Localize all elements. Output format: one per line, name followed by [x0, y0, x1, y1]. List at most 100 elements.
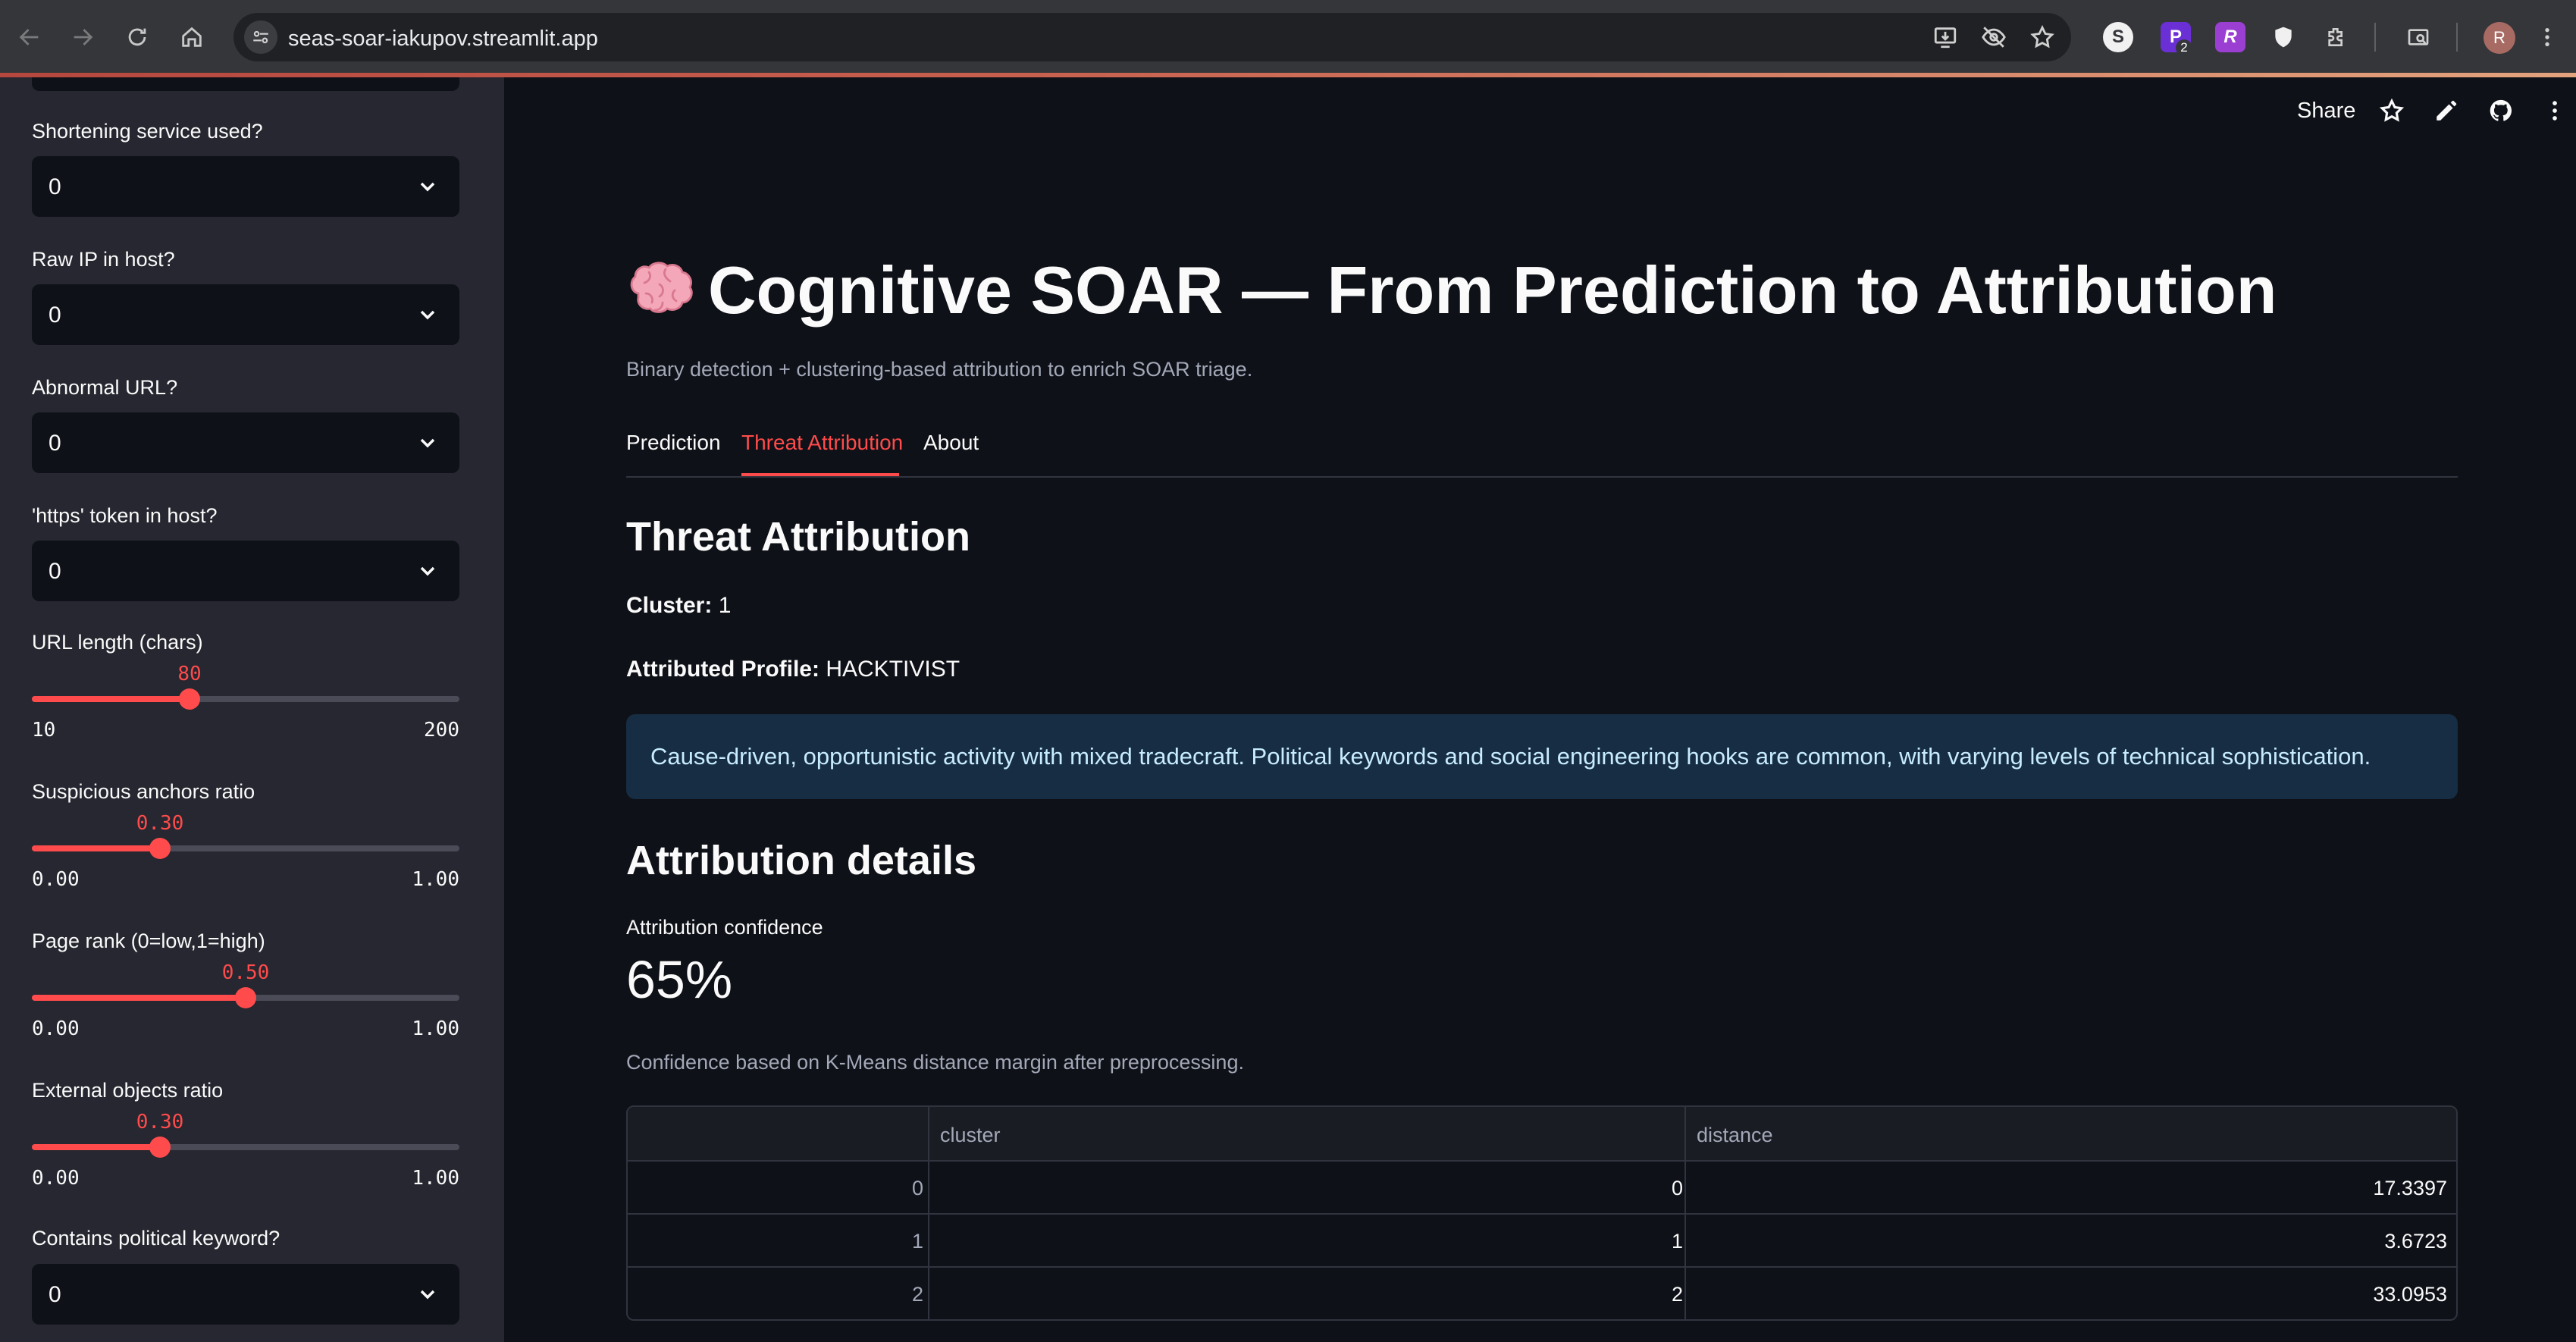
shortening-service-select[interactable]: 0: [32, 156, 459, 217]
bookmark-star-icon[interactable]: [2027, 22, 2057, 52]
main-area: Share Cognitive SOAR — From Prediction t…: [504, 77, 2576, 1342]
cluster-line: Cluster: 1: [626, 593, 731, 619]
page-title: Cognitive SOAR — From Prediction to Attr…: [626, 252, 2277, 329]
table-row[interactable]: 0 0 17.3397: [628, 1162, 2456, 1215]
distance-cell: 33.0953: [2373, 1283, 2447, 1306]
abnormal-url-select[interactable]: 0: [32, 412, 459, 473]
active-tab-indicator: [741, 473, 899, 476]
https-token-label: 'https' token in host?: [32, 504, 218, 527]
slider-track[interactable]: [32, 1137, 459, 1158]
toolbar-separator: [2456, 23, 2458, 52]
chevron-down-icon: [420, 310, 435, 320]
chevron-down-icon: [420, 566, 435, 576]
url-length-slider[interactable]: 80 10 200: [32, 663, 459, 742]
cluster-cell: 2: [1671, 1283, 1683, 1306]
slider-max: 1.00: [412, 868, 459, 891]
back-icon[interactable]: [11, 18, 49, 56]
slider-fill: [32, 995, 246, 1001]
sidebar-select-partial[interactable]: [32, 77, 459, 91]
home-icon[interactable]: [173, 18, 211, 56]
raw-ip-select[interactable]: 0: [32, 284, 459, 345]
chevron-down-icon: [420, 1290, 435, 1300]
suspicious-anchors-label: Suspicious anchors ratio: [32, 780, 255, 803]
tab-search-icon[interactable]: [2403, 22, 2433, 52]
more-vertical-icon[interactable]: [2540, 96, 2570, 126]
extension-s-icon[interactable]: S: [2103, 22, 2133, 52]
section-title: Threat Attribution: [626, 514, 970, 560]
tab-threat-attribution[interactable]: Threat Attribution: [741, 431, 903, 455]
slider-value: 0.30: [136, 812, 184, 835]
slider-min: 0.00: [32, 868, 80, 891]
eye-off-icon[interactable]: [1979, 22, 2009, 52]
column-divider: [1684, 1107, 1686, 1319]
shield-extension-icon[interactable]: [2268, 22, 2299, 52]
select-value: 0: [49, 559, 61, 584]
page-rank-slider[interactable]: 0.50 0.00 1.00: [32, 961, 459, 1040]
info-text: Cause-driven, opportunistic activity wit…: [650, 743, 2371, 770]
header-index: [628, 1107, 928, 1160]
column-divider: [928, 1107, 929, 1319]
slider-max: 1.00: [412, 1017, 459, 1040]
browser-chrome: seas-soar-iakupov.streamlit.app S P 2 R …: [0, 0, 2576, 74]
profile-value: HACKTIVIST: [826, 657, 961, 682]
slider-thumb[interactable]: [149, 1137, 171, 1158]
select-value: 0: [49, 431, 61, 456]
slider-thumb[interactable]: [235, 987, 256, 1008]
https-token-select[interactable]: 0: [32, 541, 459, 601]
info-box: Cause-driven, opportunistic activity wit…: [626, 714, 2458, 799]
shortening-service-label: Shortening service used?: [32, 120, 263, 143]
install-app-icon[interactable]: [1930, 22, 1960, 52]
slider-fill: [32, 696, 190, 702]
github-icon[interactable]: [2486, 96, 2516, 126]
profile-avatar[interactable]: R: [2484, 22, 2515, 54]
reload-icon[interactable]: [118, 18, 156, 56]
confidence-note: Confidence based on K-Means distance mar…: [626, 1051, 1244, 1074]
slider-track[interactable]: [32, 838, 459, 859]
page-caption: Binary detection + clustering-based attr…: [626, 358, 1253, 381]
row-index: 2: [911, 1283, 923, 1306]
site-settings-icon[interactable]: [244, 20, 277, 54]
slider-min: 0.00: [32, 1167, 80, 1190]
slider-min: 10: [32, 719, 56, 742]
tab-prediction[interactable]: Prediction: [626, 431, 721, 455]
slider-track[interactable]: [32, 987, 459, 1008]
address-bar[interactable]: seas-soar-iakupov.streamlit.app: [233, 13, 2071, 61]
select-value: 0: [49, 1282, 61, 1307]
extensions-puzzle-icon[interactable]: [2321, 22, 2352, 52]
star-icon[interactable]: [2377, 96, 2407, 126]
url-text[interactable]: seas-soar-iakupov.streamlit.app: [288, 27, 598, 52]
sidebar: Shortening service used? 0 Raw IP in hos…: [0, 77, 504, 1342]
slider-thumb[interactable]: [149, 838, 171, 859]
details-title: Attribution details: [626, 838, 976, 883]
browser-menu-icon[interactable]: [2532, 22, 2562, 52]
select-value: 0: [49, 174, 61, 199]
cluster-value: 1: [718, 593, 732, 618]
table-row[interactable]: 2 2 33.0953: [628, 1268, 2456, 1319]
brain-icon: [630, 262, 693, 313]
distance-table[interactable]: cluster distance 0 0 17.3397 1 1 3.6723 …: [626, 1105, 2458, 1321]
chevron-down-icon: [420, 438, 435, 448]
extension-r-icon[interactable]: R: [2215, 22, 2245, 52]
slider-track[interactable]: [32, 688, 459, 710]
edit-pencil-icon[interactable]: [2431, 96, 2462, 126]
tab-about[interactable]: About: [923, 431, 979, 455]
external-objects-label: External objects ratio: [32, 1079, 224, 1102]
profile-label: Attributed Profile:: [626, 657, 819, 682]
tab-bar: Prediction Threat Attribution About: [626, 428, 2458, 478]
slider-max: 200: [424, 719, 459, 742]
share-button[interactable]: Share: [2297, 99, 2355, 124]
slider-value: 0.50: [221, 961, 270, 984]
forward-icon[interactable]: [64, 18, 102, 56]
slider-value: 80: [177, 663, 202, 685]
toolbar-separator: [2374, 23, 2376, 52]
page-title-text: Cognitive SOAR — From Prediction to Attr…: [708, 252, 2277, 328]
external-objects-slider[interactable]: 0.30 0.00 1.00: [32, 1111, 459, 1190]
political-keyword-select[interactable]: 0: [32, 1264, 459, 1325]
slider-thumb[interactable]: [179, 688, 200, 710]
slider-value: 0.30: [136, 1111, 184, 1133]
suspicious-anchors-slider[interactable]: 0.30 0.00 1.00: [32, 812, 459, 891]
extension-badge: 2: [2176, 39, 2192, 56]
cluster-label: Cluster:: [626, 593, 713, 618]
slider-fill: [32, 845, 160, 851]
table-row[interactable]: 1 1 3.6723: [628, 1215, 2456, 1268]
